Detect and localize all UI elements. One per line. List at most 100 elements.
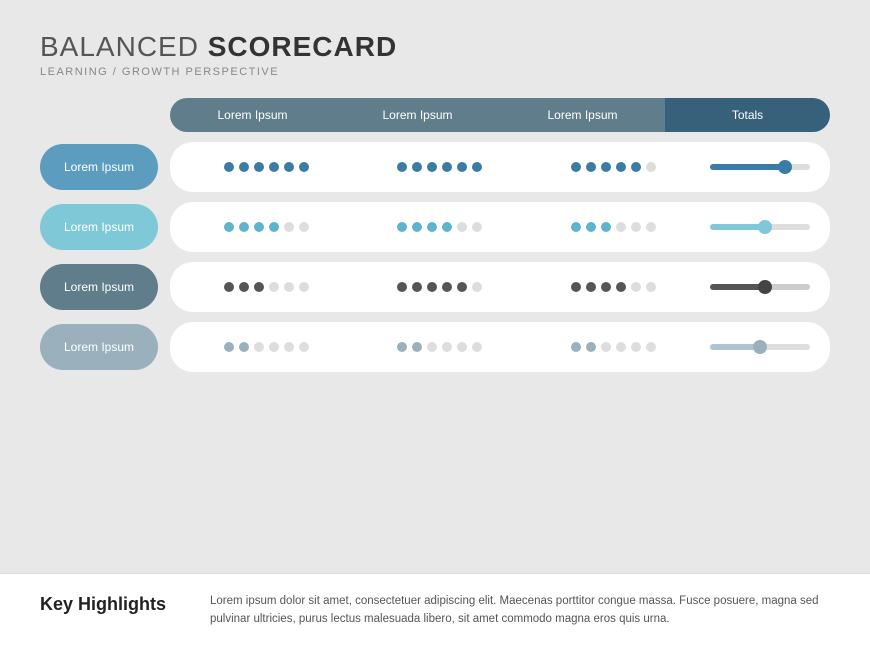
data-row-3: Lorem Ipsum	[170, 262, 830, 312]
footer-title: Key Highlights	[40, 592, 190, 615]
slider-1	[700, 164, 820, 170]
dot	[397, 282, 407, 292]
dot-group-1-1	[180, 162, 353, 172]
dot	[299, 342, 309, 352]
row-data-2	[170, 202, 830, 252]
title-section: BALANCED SCORECARD LEARNING / GROWTH PER…	[40, 30, 830, 78]
dot	[427, 282, 437, 292]
dot	[586, 282, 596, 292]
dot	[412, 342, 422, 352]
dot	[586, 162, 596, 172]
dot-group-1-3	[527, 162, 700, 172]
dot-group-3-2	[353, 282, 526, 292]
slider-track-1	[710, 164, 810, 170]
row-data-3	[170, 262, 830, 312]
dot	[586, 342, 596, 352]
dot	[457, 222, 467, 232]
dot	[472, 282, 482, 292]
header-col1: Lorem Ipsum	[170, 98, 335, 132]
slider-empty	[760, 344, 810, 350]
scorecard-area: Lorem Ipsum Lorem Ipsum Lorem Ipsum Tota…	[40, 98, 830, 372]
dot	[472, 222, 482, 232]
dot	[254, 162, 264, 172]
data-row-4: Lorem Ipsum	[170, 322, 830, 372]
footer-text: Lorem ipsum dolor sit amet, consectetuer…	[210, 592, 830, 629]
dot	[254, 282, 264, 292]
row-data-4	[170, 322, 830, 372]
dot	[224, 222, 234, 232]
dot	[571, 162, 581, 172]
slider-3	[700, 284, 820, 290]
dot	[269, 162, 279, 172]
dot	[397, 342, 407, 352]
dot	[646, 162, 656, 172]
dot-group-4-2	[353, 342, 526, 352]
slider-thumb	[758, 280, 772, 294]
dot	[616, 342, 626, 352]
slider-fill	[710, 284, 765, 290]
dot-group-2-1	[180, 222, 353, 232]
dot-group-4-1	[180, 342, 353, 352]
dot	[412, 162, 422, 172]
dot	[601, 342, 611, 352]
title-bold: SCORECARD	[208, 31, 397, 62]
page-subtitle: LEARNING / GROWTH PERSPECTIVE	[40, 66, 830, 78]
dot	[442, 222, 452, 232]
page-title: BALANCED SCORECARD	[40, 30, 830, 64]
dot	[284, 222, 294, 232]
dot	[616, 222, 626, 232]
dot	[412, 282, 422, 292]
dot	[646, 222, 656, 232]
dot-group-3-3	[527, 282, 700, 292]
dot	[442, 162, 452, 172]
data-row-1: Lorem Ipsum	[170, 142, 830, 192]
dot	[631, 282, 641, 292]
dot	[299, 162, 309, 172]
slider-thumb	[753, 340, 767, 354]
header-col4: Totals	[665, 98, 830, 132]
slider-track-2	[710, 224, 810, 230]
row-data-1	[170, 142, 830, 192]
dot	[457, 342, 467, 352]
slider-4	[700, 344, 820, 350]
dot	[284, 162, 294, 172]
dot	[427, 342, 437, 352]
dot	[397, 222, 407, 232]
slider-2	[700, 224, 820, 230]
dot	[284, 282, 294, 292]
dot	[631, 222, 641, 232]
dot	[631, 342, 641, 352]
dot	[397, 162, 407, 172]
slider-fill	[710, 224, 765, 230]
dot	[239, 342, 249, 352]
slider-fill	[710, 164, 785, 170]
dot	[586, 222, 596, 232]
dot	[269, 222, 279, 232]
dot	[601, 282, 611, 292]
dot	[412, 222, 422, 232]
dot	[601, 222, 611, 232]
dot	[224, 162, 234, 172]
dot	[472, 342, 482, 352]
dot	[571, 342, 581, 352]
dot	[239, 222, 249, 232]
dot	[224, 282, 234, 292]
dot	[239, 162, 249, 172]
dot	[472, 162, 482, 172]
dot	[631, 162, 641, 172]
dot	[442, 282, 452, 292]
dot	[284, 342, 294, 352]
title-normal: BALANCED	[40, 31, 208, 62]
dot	[254, 222, 264, 232]
slider-track-3	[710, 284, 810, 290]
dot	[571, 222, 581, 232]
header-col3: Lorem Ipsum	[500, 98, 665, 132]
dot-group-2-2	[353, 222, 526, 232]
header-col2: Lorem Ipsum	[335, 98, 500, 132]
main-content: BALANCED SCORECARD LEARNING / GROWTH PER…	[0, 0, 870, 573]
dot	[601, 162, 611, 172]
row-label-1: Lorem Ipsum	[40, 144, 158, 190]
slider-track-4	[710, 344, 810, 350]
row-label-3: Lorem Ipsum	[40, 264, 158, 310]
data-row-2: Lorem Ipsum	[170, 202, 830, 252]
